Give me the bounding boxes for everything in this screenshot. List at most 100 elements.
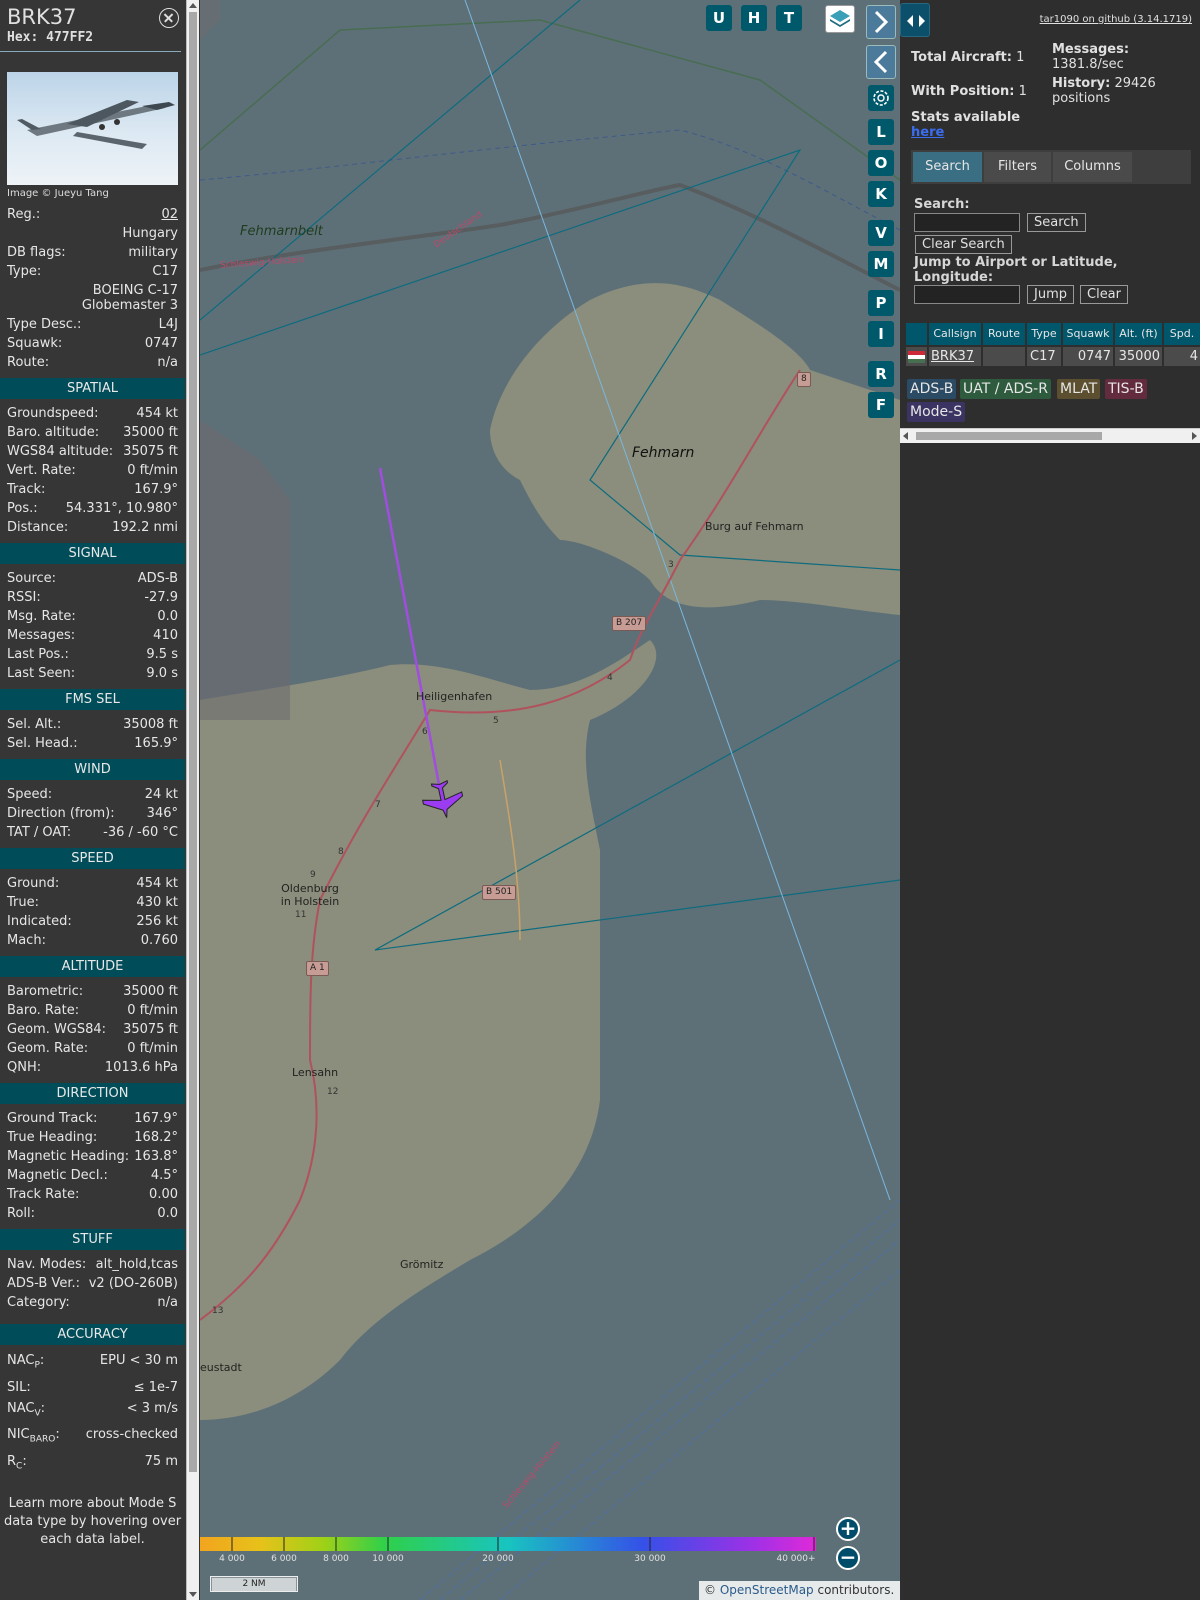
aircraft-photo[interactable] <box>7 72 178 185</box>
github-link[interactable]: tar1090 on github (3.14.1719) <box>1040 14 1192 25</box>
zoom-in-button[interactable]: + <box>836 1517 860 1541</box>
toggle-v-button[interactable]: V <box>868 220 894 246</box>
field-label[interactable]: Messages: <box>7 626 75 645</box>
field-label[interactable]: Magnetic Decl.: <box>7 1166 108 1185</box>
toggle-u-button[interactable]: U <box>706 5 732 31</box>
field-label[interactable]: Distance: <box>7 518 68 537</box>
scroll-right-icon[interactable] <box>1192 432 1197 440</box>
field-label[interactable]: Mach: <box>7 931 46 950</box>
toggle-t-button[interactable]: T <box>776 5 802 31</box>
tab-search[interactable]: Search <box>913 152 982 182</box>
toggle-k-button[interactable]: K <box>868 181 894 207</box>
search-input[interactable] <box>914 213 1020 232</box>
field-label[interactable]: Track: <box>7 480 45 499</box>
toggle-i-button[interactable]: I <box>868 321 894 347</box>
table-row-type[interactable]: C17 <box>1027 347 1061 366</box>
field-label[interactable]: Baro. Rate: <box>7 1001 79 1020</box>
road-b207: B 207 <box>612 616 647 631</box>
table-row-altitude[interactable]: 35000 <box>1115 347 1162 366</box>
field-label[interactable]: NICBARO: <box>7 1424 60 1451</box>
table-horizontal-scrollbar[interactable] <box>900 428 1200 443</box>
registration-link[interactable]: 02 <box>161 205 178 224</box>
field-label[interactable]: QNH: <box>7 1058 41 1077</box>
table-row-flag[interactable] <box>906 347 927 366</box>
table-row-squawk[interactable]: 0747 <box>1063 347 1113 366</box>
field-label[interactable]: Baro. altitude: <box>7 423 99 442</box>
field-label[interactable]: Msg. Rate: <box>7 607 76 626</box>
scroll-left-icon[interactable] <box>903 432 908 440</box>
jump-input[interactable] <box>914 285 1020 304</box>
scroll-down-icon[interactable] <box>189 1592 197 1597</box>
col-flag[interactable] <box>906 323 927 345</box>
field-label[interactable]: Nav. Modes: <box>7 1255 86 1274</box>
field-label[interactable]: Magnetic Heading: <box>7 1147 129 1166</box>
table-row-route[interactable] <box>983 347 1025 366</box>
collapse-left-button[interactable] <box>866 45 896 79</box>
toggle-m-button[interactable]: M <box>868 251 894 277</box>
field-label[interactable]: Indicated: <box>7 912 72 931</box>
map-view[interactable]: Fehmarnbelt Fehmarn Burg auf Fehmarn Hei… <box>200 0 900 1600</box>
field-label[interactable]: TAT / OAT: <box>7 823 71 842</box>
field-label[interactable]: Sel. Alt.: <box>7 715 61 734</box>
field-label[interactable]: Pos.: <box>7 499 38 518</box>
expand-right-button[interactable] <box>866 5 896 39</box>
close-icon[interactable] <box>159 8 179 28</box>
col-route[interactable]: Route <box>983 323 1025 345</box>
toggle-p-button[interactable]: P <box>868 290 894 316</box>
table-row-callsign[interactable]: BRK37 <box>929 347 981 366</box>
field-label[interactable]: Geom. Rate: <box>7 1039 88 1058</box>
zoom-out-button[interactable]: − <box>836 1546 860 1570</box>
clear-search-button[interactable]: Clear Search <box>915 235 1012 254</box>
col-type[interactable]: Type <box>1027 323 1061 345</box>
layers-button[interactable] <box>825 5 855 33</box>
table-row-speed[interactable]: 4 <box>1164 347 1200 366</box>
scroll-thumb[interactable] <box>189 12 197 1472</box>
field-label[interactable]: True: <box>7 893 39 912</box>
field-label[interactable]: Category: <box>7 1293 70 1312</box>
toggle-o-button[interactable]: O <box>868 150 894 176</box>
field-label[interactable]: Groundspeed: <box>7 404 98 423</box>
toggle-h-button[interactable]: H <box>741 5 767 31</box>
field-label[interactable]: Direction (from): <box>7 804 115 823</box>
col-speed[interactable]: Spd. <box>1164 323 1200 345</box>
col-altitude[interactable]: Alt. (ft) <box>1115 323 1162 345</box>
field-label[interactable]: Geom. WGS84: <box>7 1020 106 1039</box>
scroll-up-icon[interactable] <box>189 3 197 8</box>
field-label[interactable]: Sel. Head.: <box>7 734 78 753</box>
stats-link[interactable]: here <box>911 125 944 140</box>
field-label[interactable]: Source: <box>7 569 56 588</box>
field-label[interactable]: Last Seen: <box>7 664 75 683</box>
field-label[interactable]: Track Rate: <box>7 1185 79 1204</box>
field-label[interactable]: RSSI: <box>7 588 41 607</box>
field-label[interactable]: Ground Track: <box>7 1109 97 1128</box>
field-label[interactable]: Roll: <box>7 1204 35 1223</box>
map-label-fehmarn: Fehmarn <box>632 445 695 461</box>
tab-filters[interactable]: Filters <box>984 152 1051 182</box>
toggle-sidebar-button[interactable] <box>900 3 930 37</box>
toggle-f-button[interactable]: F <box>868 392 894 418</box>
field-label[interactable]: RC: <box>7 1451 27 1478</box>
field-label[interactable]: NACP: <box>7 1350 44 1377</box>
search-button[interactable]: Search <box>1027 213 1086 232</box>
col-squawk[interactable]: Squawk <box>1063 323 1113 345</box>
toggle-l-button[interactable]: L <box>868 119 894 145</box>
settings-button[interactable] <box>868 85 894 111</box>
tab-columns[interactable]: Columns <box>1053 152 1132 182</box>
field-label[interactable]: Vert. Rate: <box>7 461 76 480</box>
field-label[interactable]: Speed: <box>7 785 52 804</box>
field-label[interactable]: WGS84 altitude: <box>7 442 113 461</box>
jump-button[interactable]: Jump <box>1027 285 1074 304</box>
field-label[interactable]: SIL: <box>7 1377 31 1398</box>
osm-link[interactable]: OpenStreetMap <box>720 1583 814 1597</box>
field-label[interactable]: NACV: <box>7 1398 45 1425</box>
toggle-r-button[interactable]: R <box>868 361 894 387</box>
info-scrollbar[interactable] <box>186 0 199 1600</box>
field-label[interactable]: True Heading: <box>7 1128 97 1147</box>
field-label[interactable]: ADS-B Ver.: <box>7 1274 80 1293</box>
field-label[interactable]: Barometric: <box>7 982 83 1001</box>
field-label[interactable]: Ground: <box>7 874 59 893</box>
horizontal-scroll-thumb[interactable] <box>916 432 1102 440</box>
col-callsign[interactable]: Callsign <box>929 323 981 345</box>
clear-button[interactable]: Clear <box>1080 285 1128 304</box>
field-label[interactable]: Last Pos.: <box>7 645 69 664</box>
